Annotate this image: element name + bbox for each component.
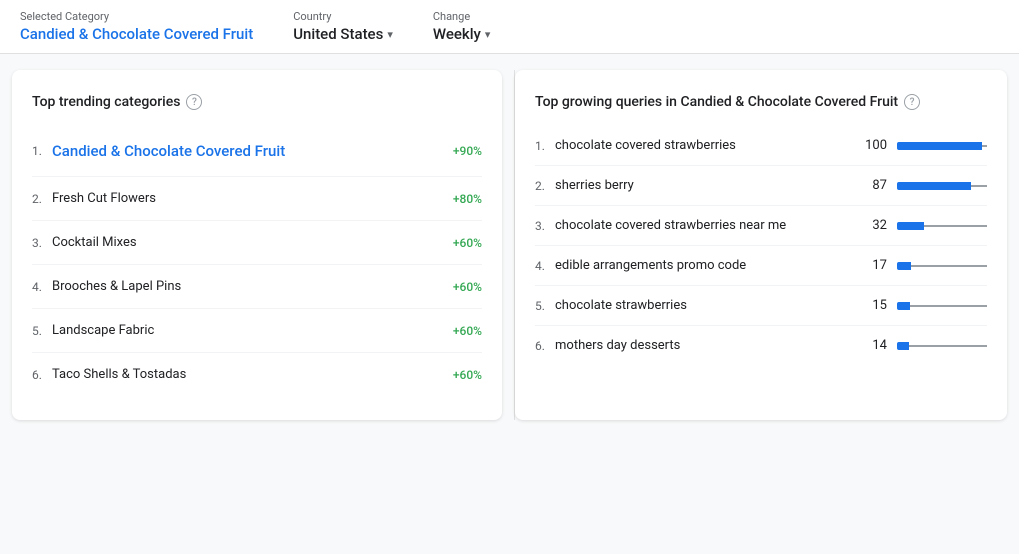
query-rank: 3.	[535, 219, 551, 233]
selected-category-field: Selected Category Candied & Chocolate Co…	[20, 10, 253, 43]
trend-rank: 3.	[32, 236, 48, 250]
header: Selected Category Candied & Chocolate Co…	[0, 0, 1019, 54]
query-score: 14	[855, 338, 887, 353]
query-item: 3. chocolate covered strawberries near m…	[535, 206, 987, 246]
trend-change: +90%	[453, 144, 482, 158]
change-label: Change	[433, 10, 491, 23]
country-field: Country United States ▾	[293, 10, 393, 43]
trend-name: Taco Shells & Tostadas	[52, 367, 445, 382]
query-rank: 6.	[535, 339, 551, 353]
bar-fill	[897, 302, 910, 310]
query-bar	[897, 342, 987, 350]
query-item: 4. edible arrangements promo code 17	[535, 246, 987, 286]
trend-name: Brooches & Lapel Pins	[52, 279, 445, 294]
query-name: sherries berry	[555, 178, 855, 193]
country-label: Country	[293, 10, 393, 23]
bar-remaining	[982, 145, 987, 147]
query-item: 2. sherries berry 87	[535, 166, 987, 206]
selected-category-label: Selected Category	[20, 10, 253, 23]
trend-name[interactable]: Candied & Chocolate Covered Fruit	[52, 142, 445, 160]
query-rank: 5.	[535, 299, 551, 313]
bar-fill	[897, 342, 909, 350]
bar-remaining	[911, 265, 987, 267]
trending-title-text: Top trending categories	[32, 94, 180, 110]
selected-category-value: Candied & Chocolate Covered Fruit	[20, 25, 253, 43]
trend-name: Landscape Fabric	[52, 323, 445, 338]
query-score: 87	[855, 178, 887, 193]
trend-rank: 2.	[32, 192, 48, 206]
queries-info-icon[interactable]: ?	[904, 94, 920, 110]
country-dropdown[interactable]: United States ▾	[293, 25, 393, 43]
trend-change: +60%	[453, 324, 482, 338]
bar-fill	[897, 182, 971, 190]
query-name: chocolate covered strawberries near me	[555, 218, 855, 233]
country-chevron-icon: ▾	[387, 28, 393, 41]
query-name: edible arrangements promo code	[555, 258, 855, 273]
change-field: Change Weekly ▾	[433, 10, 491, 43]
query-rank: 2.	[535, 179, 551, 193]
bar-remaining	[971, 185, 987, 187]
change-dropdown[interactable]: Weekly ▾	[433, 25, 491, 43]
trend-item: 2. Fresh Cut Flowers +80%	[32, 177, 482, 221]
query-bar	[897, 222, 987, 230]
query-score: 100	[855, 138, 887, 153]
growing-queries-card: Top growing queries in Candied & Chocola…	[515, 70, 1007, 420]
queries-title: Top growing queries in Candied & Chocola…	[535, 94, 987, 110]
trend-change: +80%	[453, 192, 482, 206]
query-bar	[897, 262, 987, 270]
query-list: 1. chocolate covered strawberries 100 2.…	[535, 126, 987, 365]
trend-rank: 1.	[32, 144, 48, 158]
trend-name: Cocktail Mixes	[52, 235, 445, 250]
trending-title: Top trending categories ?	[32, 94, 482, 110]
query-item: 5. chocolate strawberries 15	[535, 286, 987, 326]
query-rank: 1.	[535, 139, 551, 153]
trend-change: +60%	[453, 280, 482, 294]
query-score: 17	[855, 258, 887, 273]
query-bar	[897, 182, 987, 190]
trend-item: 3. Cocktail Mixes +60%	[32, 221, 482, 265]
trending-categories-card: Top trending categories ? 1. Candied & C…	[12, 70, 502, 420]
bar-remaining	[909, 345, 987, 347]
query-rank: 4.	[535, 259, 551, 273]
query-bar	[897, 302, 987, 310]
bar-remaining	[910, 305, 987, 307]
change-value: Weekly	[433, 25, 481, 43]
bar-fill	[897, 262, 911, 270]
query-name: mothers day desserts	[555, 338, 855, 353]
trend-rank: 6.	[32, 368, 48, 382]
trend-item: 5. Landscape Fabric +60%	[32, 309, 482, 353]
trend-item: 6. Taco Shells & Tostadas +60%	[32, 353, 482, 396]
trend-item: 1. Candied & Chocolate Covered Fruit +90…	[32, 126, 482, 177]
query-name: chocolate covered strawberries	[555, 138, 855, 153]
country-value: United States	[293, 25, 383, 43]
trend-list: 1. Candied & Chocolate Covered Fruit +90…	[32, 126, 482, 396]
trend-change: +60%	[453, 236, 482, 250]
trending-info-icon[interactable]: ?	[186, 94, 202, 110]
trend-rank: 5.	[32, 324, 48, 338]
query-score: 15	[855, 298, 887, 313]
main-content: Top trending categories ? 1. Candied & C…	[0, 54, 1019, 436]
bar-remaining	[924, 225, 987, 227]
trend-item: 4. Brooches & Lapel Pins +60%	[32, 265, 482, 309]
query-item: 1. chocolate covered strawberries 100	[535, 126, 987, 166]
bar-fill	[897, 222, 924, 230]
change-chevron-icon: ▾	[485, 28, 491, 41]
trend-rank: 4.	[32, 280, 48, 294]
query-bar	[897, 142, 987, 150]
query-item: 6. mothers day desserts 14	[535, 326, 987, 365]
query-score: 32	[855, 218, 887, 233]
queries-title-text: Top growing queries in Candied & Chocola…	[535, 94, 898, 110]
trend-name: Fresh Cut Flowers	[52, 191, 445, 206]
trend-change: +60%	[453, 368, 482, 382]
query-name: chocolate strawberries	[555, 298, 855, 313]
bar-fill	[897, 142, 982, 150]
